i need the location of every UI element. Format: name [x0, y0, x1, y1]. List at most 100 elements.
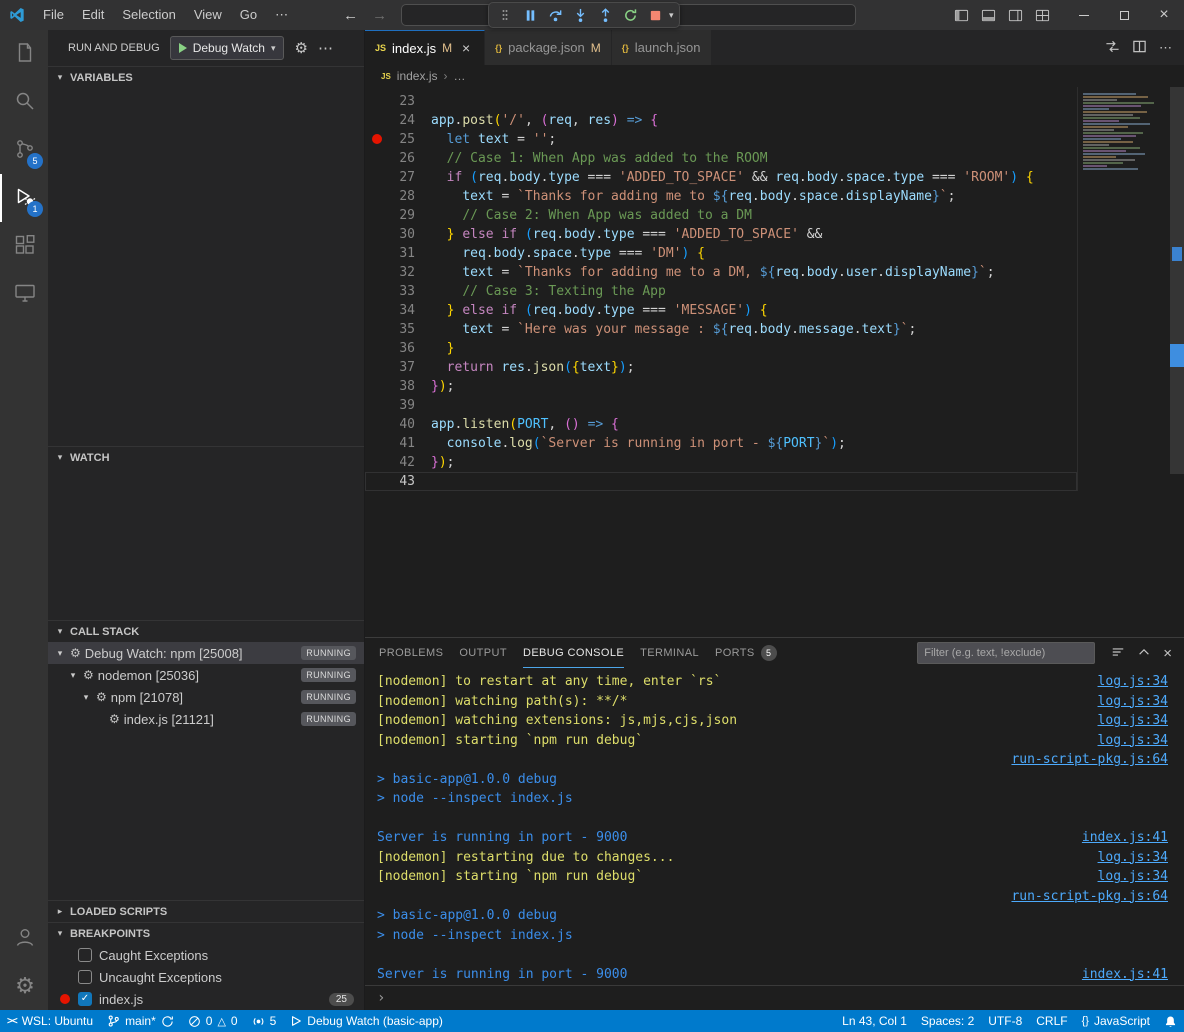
breadcrumb[interactable]: JS index.js › …: [365, 65, 1184, 87]
restart-icon[interactable]: [619, 4, 641, 26]
source-link[interactable]: index.js:41: [1082, 828, 1168, 848]
accounts-button[interactable]: [0, 914, 48, 962]
configure-gear-icon[interactable]: ⚙: [294, 39, 307, 57]
open-changes-icon[interactable]: [1105, 39, 1120, 57]
editor-gutter[interactable]: 24: [365, 111, 415, 130]
ports-indicator[interactable]: 5: [245, 1010, 284, 1032]
menu-selection[interactable]: Selection: [113, 0, 184, 30]
close-button[interactable]: ×: [1144, 0, 1184, 30]
debug-console-input[interactable]: ›: [365, 985, 1184, 1010]
section-watch[interactable]: ▾ WATCH: [48, 446, 364, 468]
sidebar-item-source-control[interactable]: 5: [0, 126, 48, 174]
menu-view[interactable]: View: [185, 0, 231, 30]
tab-package.json[interactable]: {}package.jsonM: [485, 30, 612, 65]
callstack-row[interactable]: ▾⚙nodemon [25036]RUNNING: [48, 664, 364, 686]
section-breakpoints[interactable]: ▾ BREAKPOINTS: [48, 922, 364, 944]
cursor-position[interactable]: Ln 43, Col 1: [835, 1010, 914, 1032]
editor-gutter[interactable]: 23: [365, 92, 415, 111]
source-link[interactable]: log.js:34: [1098, 711, 1168, 731]
editor-gutter[interactable]: 38: [365, 377, 415, 396]
editor-gutter[interactable]: 30: [365, 225, 415, 244]
panel-tab-ports[interactable]: PORTS5: [715, 638, 777, 668]
pause-icon[interactable]: [519, 4, 541, 26]
editor-gutter[interactable]: 40: [365, 415, 415, 434]
editor-gutter[interactable]: 41: [365, 434, 415, 453]
forward-icon[interactable]: →: [372, 7, 387, 24]
language-mode[interactable]: {} JavaScript: [1075, 1010, 1157, 1032]
menu-file[interactable]: File: [34, 0, 73, 30]
chevron-down-icon[interactable]: ▾: [54, 648, 66, 659]
tab-launch.json[interactable]: {}launch.json: [612, 30, 712, 65]
tab-index.js[interactable]: JSindex.jsM×: [365, 30, 485, 65]
debug-session-status[interactable]: Debug Watch (basic-app): [283, 1010, 450, 1032]
step-into-icon[interactable]: [569, 4, 591, 26]
debug-console-output[interactable]: [nodemon] to restart at any time, enter …: [365, 668, 1184, 985]
editor-gutter[interactable]: 28: [365, 187, 415, 206]
code-content[interactable]: 2324app.post('/', (req, res) => {25 let …: [365, 87, 1078, 491]
source-link[interactable]: log.js:34: [1098, 848, 1168, 868]
customize-layout-icon[interactable]: [1035, 8, 1050, 23]
panel-tab-terminal[interactable]: TERMINAL: [640, 638, 699, 668]
close-tab-icon[interactable]: ×: [458, 40, 474, 56]
menu-edit[interactable]: Edit: [73, 0, 113, 30]
editor-gutter[interactable]: 37: [365, 358, 415, 377]
sidebar-item-run-debug[interactable]: 1: [0, 174, 48, 222]
sidebar-item-remote-explorer[interactable]: [0, 270, 48, 318]
maximize-panel-icon[interactable]: [1137, 645, 1151, 662]
debug-config-dropdown[interactable]: Debug Watch ▾: [170, 36, 285, 60]
editor-gutter[interactable]: 36: [365, 339, 415, 358]
breakpoint-checkbox[interactable]: ✓: [78, 992, 92, 1006]
source-link[interactable]: log.js:34: [1098, 867, 1168, 887]
back-icon[interactable]: ←: [343, 7, 358, 24]
editor-scrollbar[interactable]: [1170, 87, 1184, 474]
editor-gutter[interactable]: 43: [365, 472, 415, 491]
close-panel-icon[interactable]: ×: [1163, 645, 1172, 662]
chevron-down-icon[interactable]: ▾: [67, 670, 79, 681]
breakpoint-row[interactable]: Caught Exceptions: [48, 944, 364, 966]
filter-input[interactable]: [918, 647, 1094, 659]
editor-gutter[interactable]: 26: [365, 149, 415, 168]
step-out-icon[interactable]: [594, 4, 616, 26]
source-link[interactable]: index.js:41: [1082, 965, 1168, 985]
settings-button[interactable]: ⚙: [0, 962, 48, 1010]
remote-indicator[interactable]: >< WSL: Ubuntu: [0, 1010, 100, 1032]
editor-gutter[interactable]: 35: [365, 320, 415, 339]
section-call-stack[interactable]: ▾ CALL STACK: [48, 620, 364, 642]
callstack-row[interactable]: ▾⚙Debug Watch: npm [25008]RUNNING: [48, 642, 364, 664]
notifications-bell[interactable]: [1157, 1010, 1184, 1032]
editor-gutter[interactable]: 32: [365, 263, 415, 282]
more-actions-icon[interactable]: ⋯: [1159, 40, 1172, 56]
editor-gutter[interactable]: 33: [365, 282, 415, 301]
chevron-down-icon[interactable]: ▾: [80, 692, 92, 703]
console-menu-icon[interactable]: [1111, 645, 1125, 662]
source-link[interactable]: run-script-pkg.js:64: [1011, 887, 1168, 907]
breakpoint-dot[interactable]: [372, 134, 382, 144]
callstack-row[interactable]: ▾⚙npm [21078]RUNNING: [48, 686, 364, 708]
source-link[interactable]: log.js:34: [1098, 672, 1168, 692]
section-variables[interactable]: ▾ VARIABLES: [48, 66, 364, 88]
editor-gutter[interactable]: 27: [365, 168, 415, 187]
drag-handle-icon[interactable]: [494, 4, 516, 26]
editor-gutter[interactable]: 31: [365, 244, 415, 263]
source-link[interactable]: run-script-pkg.js:64: [1011, 750, 1168, 770]
section-loaded-scripts[interactable]: ▸ LOADED SCRIPTS: [48, 900, 364, 922]
editor-gutter[interactable]: 29: [365, 206, 415, 225]
menu-go[interactable]: Go: [231, 0, 266, 30]
toggle-sidebar-icon[interactable]: [954, 8, 969, 23]
start-debug-icon[interactable]: [179, 43, 187, 53]
source-link[interactable]: log.js:34: [1098, 692, 1168, 712]
breakpoint-row[interactable]: Uncaught Exceptions: [48, 966, 364, 988]
panel-tab-debug-console[interactable]: DEBUG CONSOLE: [523, 638, 624, 668]
breadcrumb-symbol[interactable]: …: [453, 69, 465, 83]
problems-indicator[interactable]: 0 △ 0: [181, 1010, 245, 1032]
editor-gutter[interactable]: 25: [365, 130, 415, 149]
stop-dropdown-chevron-icon[interactable]: ▾: [669, 10, 674, 21]
maximize-button[interactable]: [1104, 0, 1144, 30]
sidebar-item-search[interactable]: [0, 78, 48, 126]
callstack-row[interactable]: ⚙index.js [21121]RUNNING: [48, 708, 364, 730]
editor-gutter[interactable]: 42: [365, 453, 415, 472]
console-filter[interactable]: [917, 642, 1095, 664]
git-branch-status[interactable]: main*: [100, 1010, 181, 1032]
eol-setting[interactable]: CRLF: [1029, 1010, 1074, 1032]
minimize-button[interactable]: [1064, 0, 1104, 30]
